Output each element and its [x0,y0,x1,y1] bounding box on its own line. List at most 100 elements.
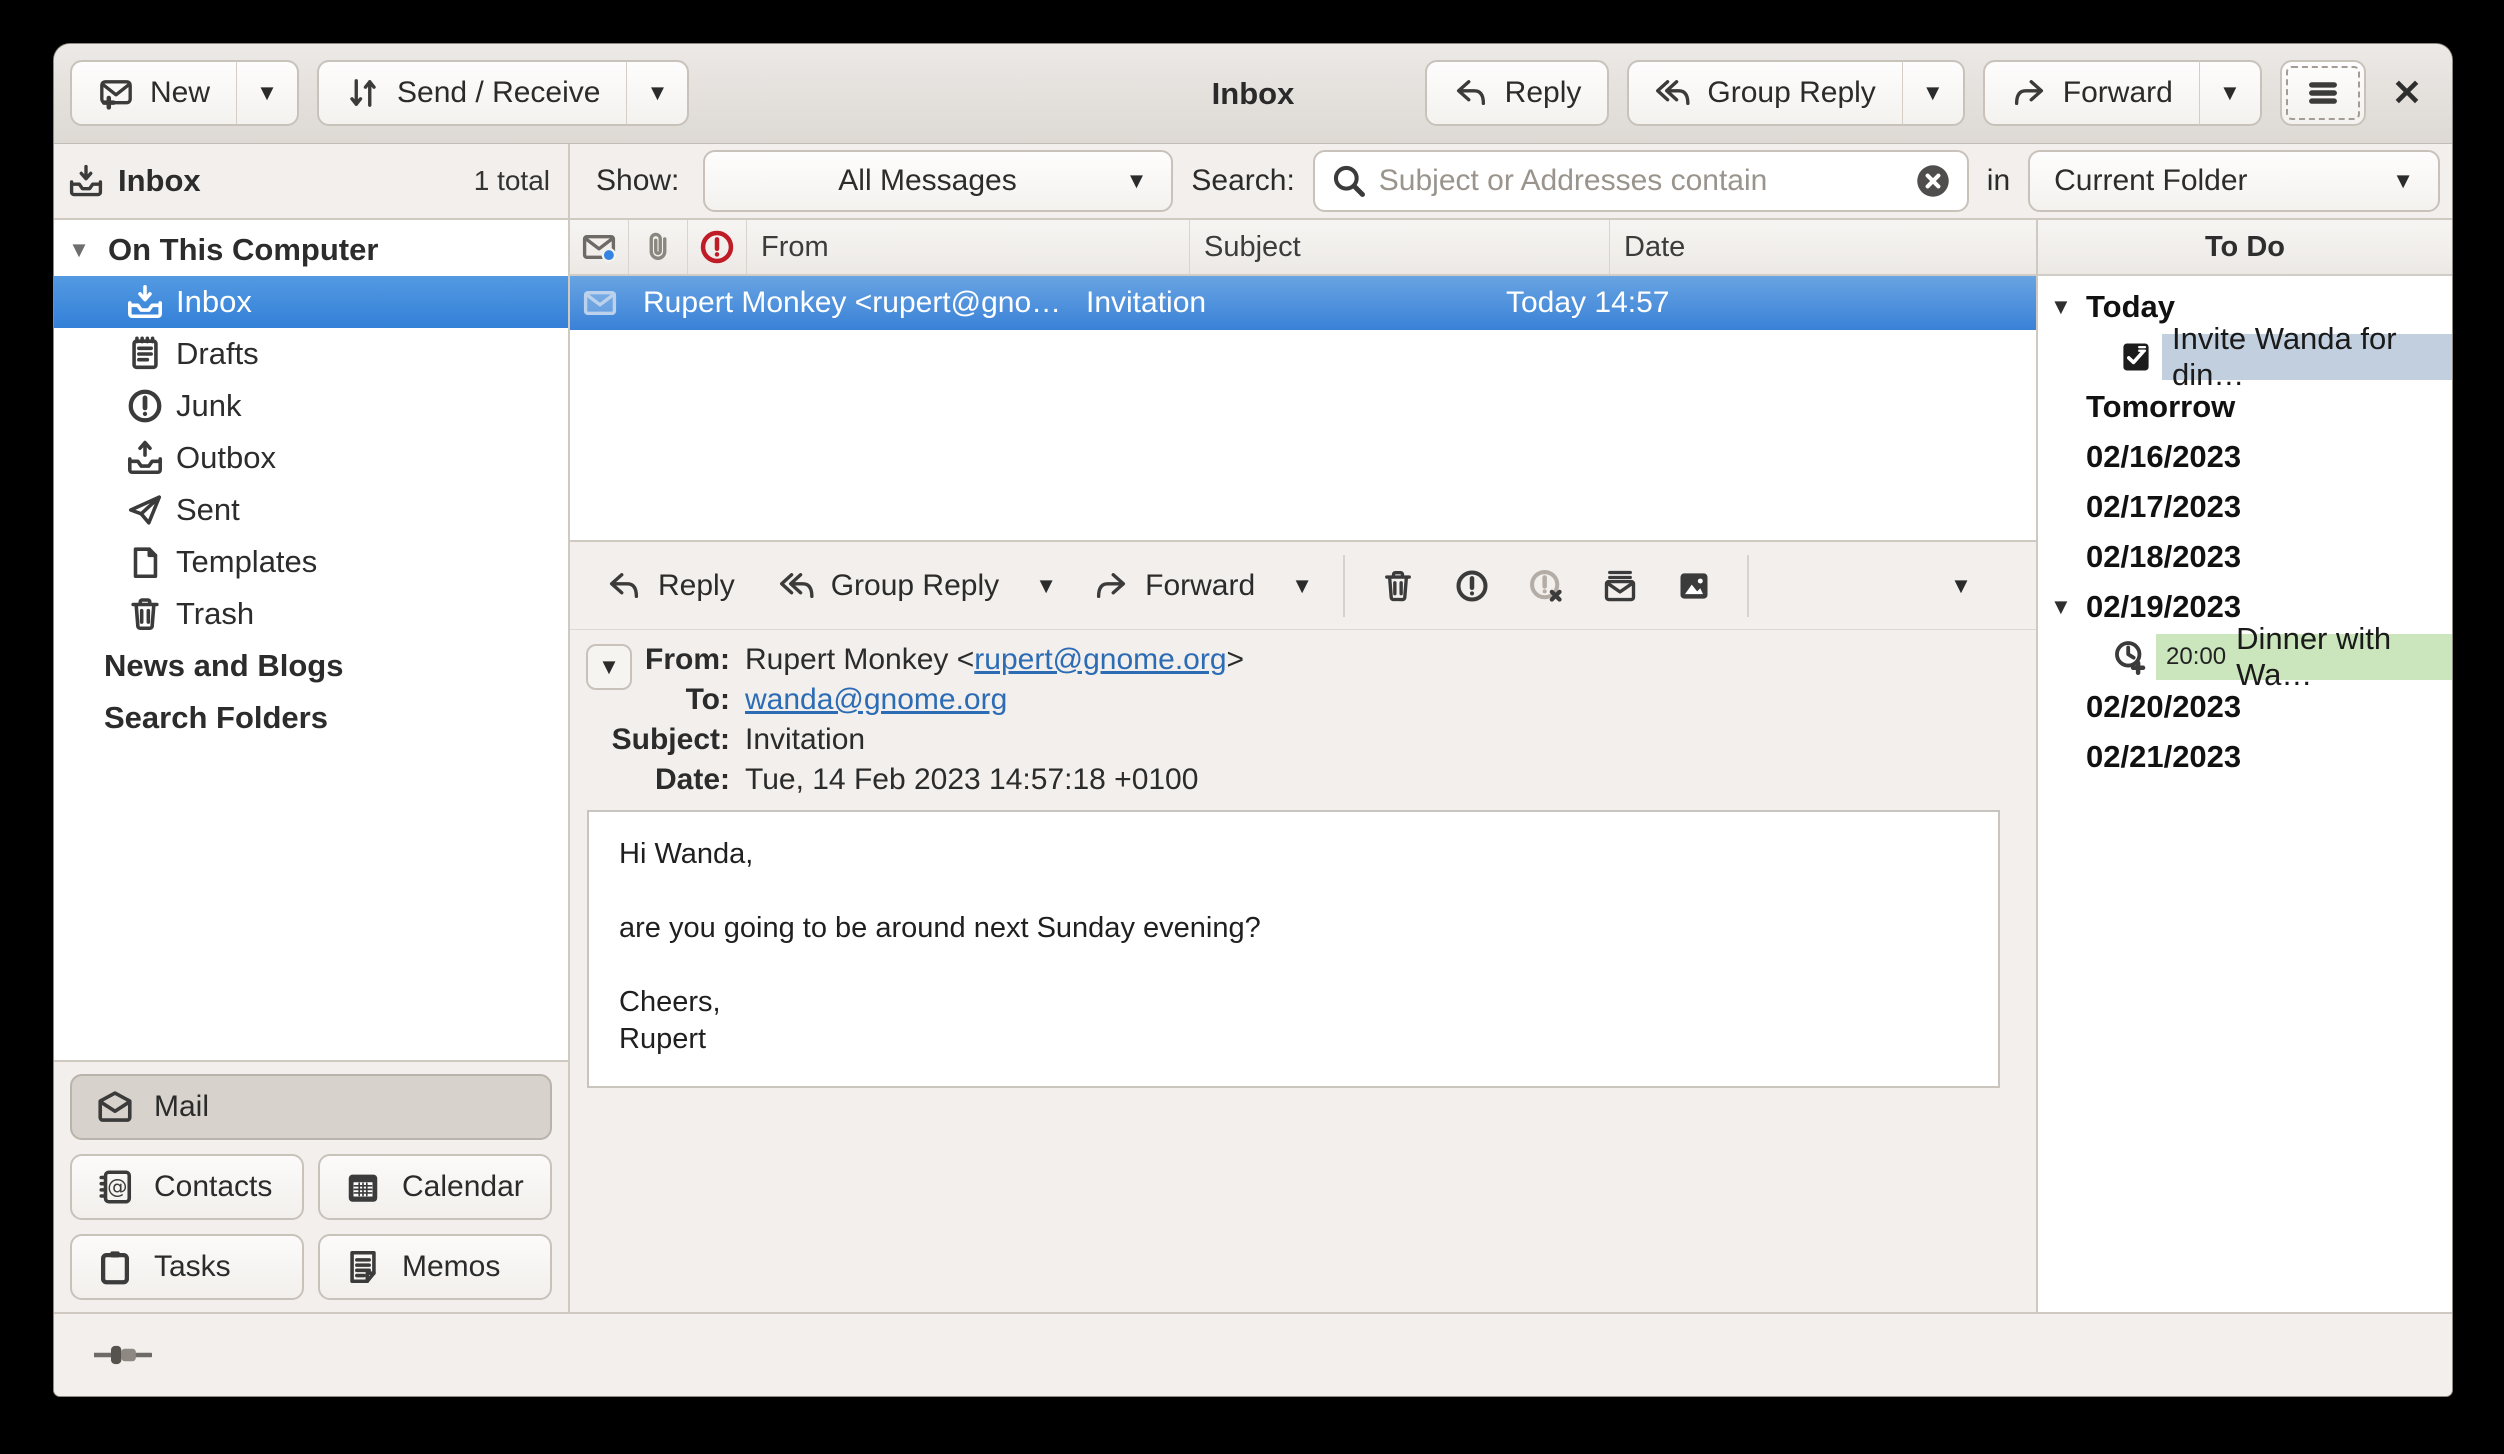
sidebar-item-label: News and Blogs [104,648,343,684]
chevron-down-icon: ▼ [1922,82,1944,104]
component-switcher: Mail @ Contacts Calendar [54,1060,568,1312]
search-scope-dropdown[interactable]: Current Folder ▼ [2028,150,2440,212]
contacts-icon: @ [96,1168,134,1206]
recipient-email-link[interactable]: wanda@gnome.org [745,683,1007,716]
reply-button-label: Reply [1505,76,1582,110]
group-reply-icon [1655,75,1691,111]
mark-not-junk-button[interactable] [1509,551,1583,621]
contacts-switcher-button[interactable]: @ Contacts [70,1154,304,1220]
sender-email-link[interactable]: rupert@gnome.org [974,643,1226,676]
titlebar-left-group: New ▼ Send / Receive ▼ [70,60,689,126]
preview-reply-button[interactable]: Reply [584,551,757,621]
chevron-down-icon: ▼ [1950,575,1972,597]
show-filter-value: All Messages [729,164,1125,198]
sidebar-item-trash[interactable]: Trash [54,588,568,640]
todo-group-0218[interactable]: 02/18/2023 [2038,532,2452,582]
todo-task-highlight: Invite Wanda for din… [2162,334,2452,380]
inbox-icon [126,283,164,321]
todo-event-item[interactable]: 20:00Dinner with Wa… [2038,632,2452,682]
load-images-button[interactable] [1657,551,1731,621]
hamburger-menu-button[interactable] [2280,60,2366,126]
calendar-icon [344,1168,382,1206]
expander-icon[interactable]: ▼ [2050,294,2080,320]
sidebar-item-junk[interactable]: Junk [54,380,568,432]
group-reply-button[interactable]: Group Reply [1627,60,1902,126]
calendar-switcher-button[interactable]: Calendar [318,1154,552,1220]
search-box [1313,150,1969,212]
subject-column-header[interactable]: Subject [1190,220,1610,274]
new-button[interactable]: New [70,60,237,126]
send-receive-icon [345,75,381,111]
preview-forward-dropdown[interactable]: ▼ [1277,551,1327,621]
toolbar-separator [1747,555,1749,617]
expander-icon[interactable]: ▼ [2050,594,2080,620]
send-receive-dropdown-button[interactable]: ▼ [627,60,689,126]
delete-message-button[interactable] [1361,551,1435,621]
hamburger-icon [2305,75,2341,111]
todo-pane: To Do ▼ Today Invite Wanda for din… Tomo… [2036,220,2452,1312]
expander-icon[interactable]: ▼ [62,237,96,263]
sidebar-item-sent[interactable]: Sent [54,484,568,536]
mark-junk-button[interactable] [1435,551,1509,621]
mail-switcher-button[interactable]: Mail [70,1074,552,1140]
message-row-selected[interactable]: Rupert Monkey <rupert@gno… Invitation To… [570,276,2036,330]
important-column-header[interactable] [688,220,747,274]
main-area: ▼ On This Computer Inbox Drafts [54,220,2452,1312]
todo-task-item[interactable]: Invite Wanda for din… [2038,332,2452,382]
chevron-down-icon: ▼ [1291,575,1313,597]
sidebar-item-drafts[interactable]: Drafts [54,328,568,380]
preview-group-reply-dropdown[interactable]: ▼ [1021,551,1071,621]
preview-forward-button[interactable]: Forward [1071,551,1277,621]
memos-switcher-button[interactable]: Memos [318,1234,552,1300]
reply-button[interactable]: Reply [1425,60,1610,126]
junk-icon [1454,568,1490,604]
from-column-header[interactable]: From [747,220,1190,274]
todo-group-0216[interactable]: 02/16/2023 [2038,432,2452,482]
read-mail-icon [582,285,618,321]
attachment-column-header[interactable] [629,220,688,274]
message-headers: ▼ From: Rupert Monkey <rupert@gnome.org>… [570,630,2036,802]
message-list-empty-area[interactable] [570,330,2036,542]
show-filter-dropdown[interactable]: All Messages ▼ [703,150,1173,212]
close-window-button[interactable]: ✕ [2384,72,2430,114]
show-label: Show: [596,164,679,198]
mark-read-button[interactable] [1583,551,1657,621]
clear-search-icon[interactable] [1915,163,1951,199]
preview-group-reply-button[interactable]: Group Reply [757,551,1021,621]
folder-tree: ▼ On This Computer Inbox Drafts [54,220,568,1060]
online-status-icon[interactable] [94,1342,152,1368]
calendar-switcher-label: Calendar [402,1170,524,1204]
todo-group-0217[interactable]: 02/17/2023 [2038,482,2452,532]
sidebar-item-search-folders[interactable]: Search Folders [54,692,568,744]
sidebar-item-outbox[interactable]: Outbox [54,432,568,484]
new-dropdown-button[interactable]: ▼ [237,60,299,126]
sidebar-item-label: Templates [176,544,317,580]
sidebar-item-templates[interactable]: Templates [54,536,568,588]
collapse-headers-button[interactable]: ▼ [586,644,632,690]
sidebar-item-on-this-computer[interactable]: ▼ On This Computer [54,224,568,276]
message-pane: From Subject Date Rupert Monkey <rupert@… [570,220,2036,1312]
group-reply-dropdown-button[interactable]: ▼ [1903,60,1965,126]
todo-group-0221[interactable]: 02/21/2023 [2038,732,2452,782]
header-to-row: To: wanda@gnome.org [570,680,2036,720]
tasks-switcher-button[interactable]: Tasks [70,1234,304,1300]
search-input[interactable] [1379,164,1903,198]
new-button-label: New [150,76,210,110]
sidebar-item-inbox[interactable]: Inbox [54,276,568,328]
forward-button-label: Forward [2063,76,2173,110]
sidebar-item-news-and-blogs[interactable]: News and Blogs [54,640,568,692]
sidebar-item-label: Junk [176,388,241,424]
sidebar-item-label: Drafts [176,336,259,372]
header-date-row: Date: Tue, 14 Feb 2023 14:57:18 +0100 [570,760,2036,800]
titlebar: Inbox New ▼ Send / Receive ▼ [54,44,2452,144]
send-receive-button[interactable]: Send / Receive [317,60,627,126]
preview-toolbar-overflow-dropdown[interactable]: ▼ [1936,551,1986,621]
forward-button[interactable]: Forward [1983,60,2200,126]
send-receive-button-group: Send / Receive ▼ [317,60,689,126]
header-subject-row: Subject: Invitation [570,720,2036,760]
sidebar-item-label: Sent [176,492,240,528]
status-bar [54,1312,2452,1396]
read-status-column-header[interactable] [570,220,629,274]
forward-dropdown-button[interactable]: ▼ [2200,60,2262,126]
date-column-header[interactable]: Date [1610,220,2036,274]
